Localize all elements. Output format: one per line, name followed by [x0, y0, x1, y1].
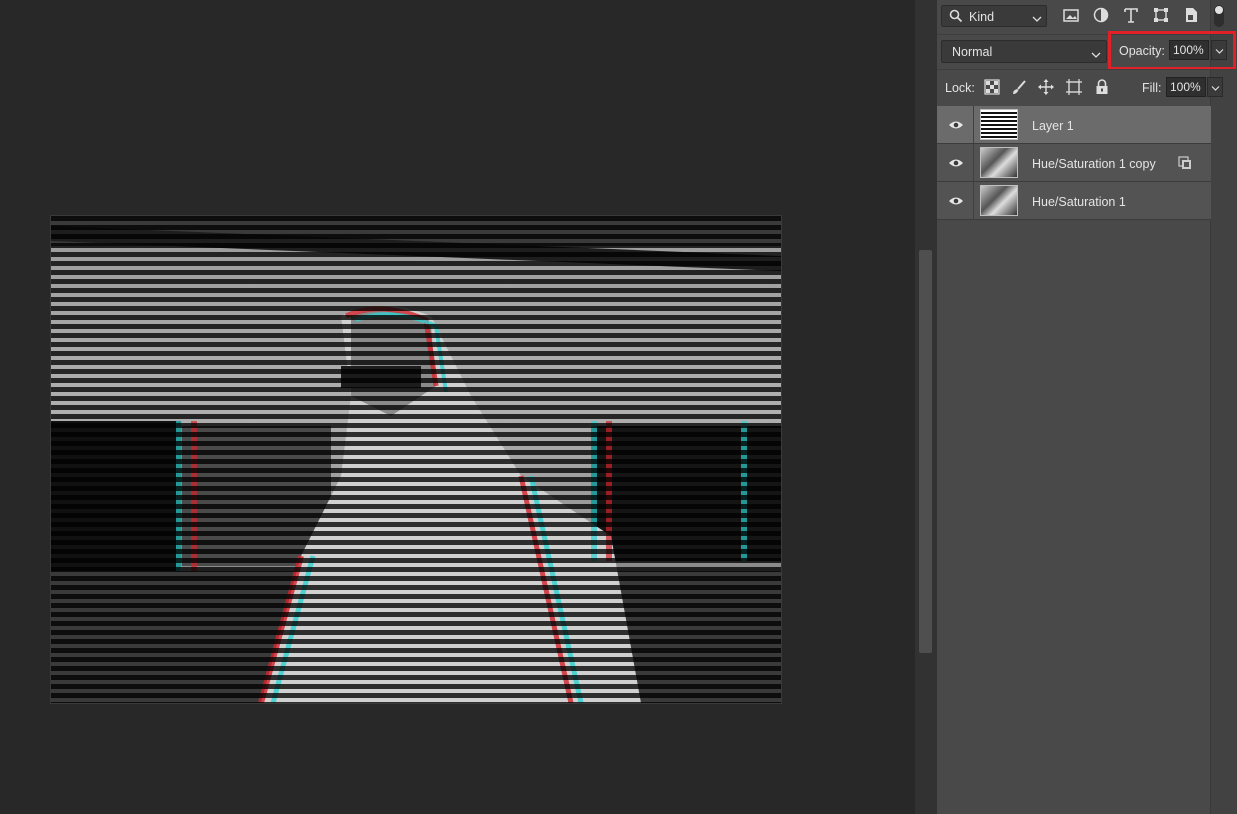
opacity-highlight-box: Opacity: 100% — [1108, 31, 1236, 70]
blend-mode-select[interactable]: Normal — [941, 40, 1107, 63]
chevron-down-icon — [1032, 12, 1042, 26]
lock-transparent-pixels-icon[interactable] — [984, 79, 1002, 97]
scrollbar-thumb[interactable] — [919, 250, 932, 653]
filter-kind-select[interactable]: Kind — [941, 5, 1047, 27]
lock-label: Lock: — [945, 81, 975, 95]
vertical-scrollbar[interactable] — [915, 0, 938, 814]
lock-image-pixels-icon[interactable] — [1011, 79, 1029, 97]
fill-input[interactable]: 100% — [1166, 77, 1206, 97]
layer-thumbnail — [980, 147, 1018, 178]
adjustment-filter-icon[interactable] — [1092, 6, 1112, 26]
layer-row[interactable]: Hue/Saturation 1 — [937, 182, 1211, 220]
layer-name[interactable]: Hue/Saturation 1 — [1032, 195, 1126, 209]
eye-icon — [949, 197, 963, 205]
opacity-dropdown-button[interactable] — [1211, 40, 1227, 60]
chevron-down-icon — [1091, 48, 1101, 62]
lock-position-icon[interactable] — [1038, 79, 1056, 97]
search-icon — [949, 9, 963, 26]
lock-all-icon[interactable] — [1095, 79, 1113, 97]
smart-object-filter-icon[interactable] — [1182, 6, 1202, 26]
filter-kind-label: Kind — [969, 10, 995, 24]
layers-panel: Kind Normal Opacity: 100% Lock: Fill: 10… — [937, 0, 1237, 814]
canvas-area[interactable] — [0, 0, 915, 814]
panel-scroll-track[interactable] — [1210, 0, 1237, 814]
lock-artboard-icon[interactable] — [1065, 79, 1083, 97]
document-image[interactable] — [51, 216, 781, 703]
layer-name[interactable]: Layer 1 — [1032, 119, 1074, 133]
eye-icon — [949, 121, 963, 129]
layer-row[interactable]: Hue/Saturation 1 copy — [937, 144, 1211, 182]
filter-toggle[interactable] — [1214, 5, 1224, 27]
lock-row: Lock: Fill: 100% — [937, 69, 1237, 104]
visibility-toggle[interactable] — [937, 182, 974, 219]
visibility-toggle[interactable] — [937, 106, 974, 143]
smart-object-badge-icon — [1178, 156, 1192, 173]
layer-row[interactable]: Layer 1 — [937, 106, 1211, 144]
chevron-down-icon — [1215, 49, 1224, 54]
filter-row: Kind — [937, 0, 1237, 34]
opacity-input[interactable]: 100% — [1169, 40, 1209, 60]
image-filter-icon[interactable] — [1062, 6, 1082, 26]
opacity-label: Opacity: — [1119, 44, 1165, 58]
eye-icon — [949, 159, 963, 167]
glitch-photo — [51, 216, 781, 703]
fill-label: Fill: — [1142, 81, 1162, 95]
shape-filter-icon[interactable] — [1152, 6, 1172, 26]
blend-mode-value: Normal — [952, 45, 993, 59]
chevron-down-icon — [1211, 86, 1220, 91]
layer-thumbnail — [980, 185, 1018, 216]
layer-name[interactable]: Hue/Saturation 1 copy — [1032, 157, 1156, 171]
blend-row: Normal Opacity: 100% — [937, 31, 1237, 70]
fill-dropdown-button[interactable] — [1207, 77, 1223, 97]
visibility-toggle[interactable] — [937, 144, 974, 181]
layer-list: Layer 1 Hue/Saturation 1 copy Hue/Satura… — [937, 106, 1211, 220]
layer-thumbnail — [980, 109, 1018, 140]
type-filter-icon[interactable] — [1122, 6, 1142, 26]
